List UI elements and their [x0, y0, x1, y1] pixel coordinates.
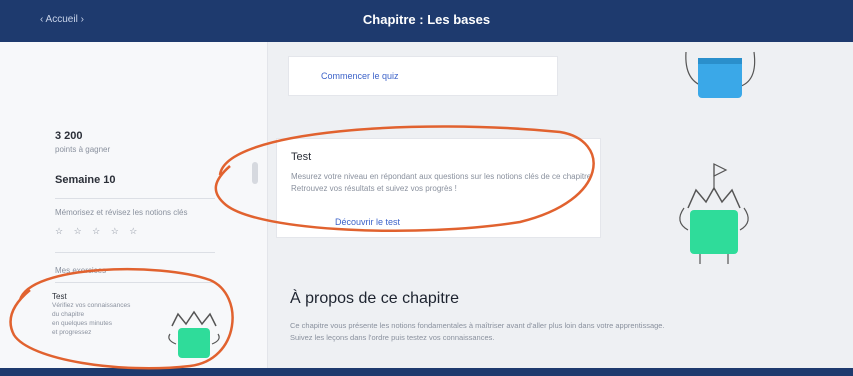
points-value: 3 200 [55, 130, 83, 142]
sidebar-test-line: du chapitre [52, 311, 85, 318]
sidebar: 3 200 points à gagner Semaine 10 Mémoris… [0, 42, 268, 368]
sidebar-test-card[interactable]: Test Vérifiez vos connaissances du chapi… [52, 292, 162, 337]
about-line: Suivez les leçons dans l'ordre puis test… [290, 333, 495, 342]
section-label: Mes exercices [55, 266, 107, 275]
scroll-handle[interactable] [252, 162, 258, 184]
bottom-bar [0, 368, 853, 376]
about-description: Ce chapitre vous présente les notions fo… [290, 320, 810, 344]
discover-test-link[interactable]: Découvrir le test [335, 217, 400, 227]
sidebar-test-line: Vérifiez vos connaissances [52, 302, 131, 309]
week-subtitle: Mémorisez et révisez les notions clés [55, 208, 188, 217]
page-title: Chapitre : Les bases [362, 12, 491, 27]
start-quiz-link[interactable]: Commencer le quiz [321, 71, 399, 81]
sidebar-test-title: Test [52, 292, 67, 301]
quiz-card: Commencer le quiz [288, 56, 558, 96]
divider [55, 282, 215, 283]
flag-mascot-icon [679, 163, 749, 264]
week-label: Semaine 10 [55, 174, 116, 186]
sidebar-test-line: et progressez [52, 329, 92, 336]
test-card-title: Test [291, 151, 312, 163]
rating-stars[interactable]: ☆ ☆ ☆ ☆ ☆ [55, 226, 141, 237]
points-caption: points à gagner [55, 145, 111, 154]
blue-mascot-icon [685, 51, 756, 98]
page: ‹ Accueil › Chapitre : Les bases 3 200 p… [0, 0, 853, 376]
divider [55, 198, 215, 199]
divider [55, 252, 215, 253]
test-card-text: Mesurez votre niveau en répondant aux qu… [291, 172, 591, 181]
sidebar-test-line: en quelques minutes [52, 320, 112, 327]
about-title: À propos de ce chapitre [290, 290, 459, 307]
test-card-text: Retrouvez vos résultats et suivez vos pr… [291, 184, 457, 193]
header-bar: ‹ Accueil › Chapitre : Les bases [0, 0, 853, 42]
about-line: Ce chapitre vous présente les notions fo… [290, 321, 665, 330]
crown-mascot-icon [168, 310, 220, 358]
test-card: Test Mesurez votre niveau en répondant a… [276, 138, 601, 238]
